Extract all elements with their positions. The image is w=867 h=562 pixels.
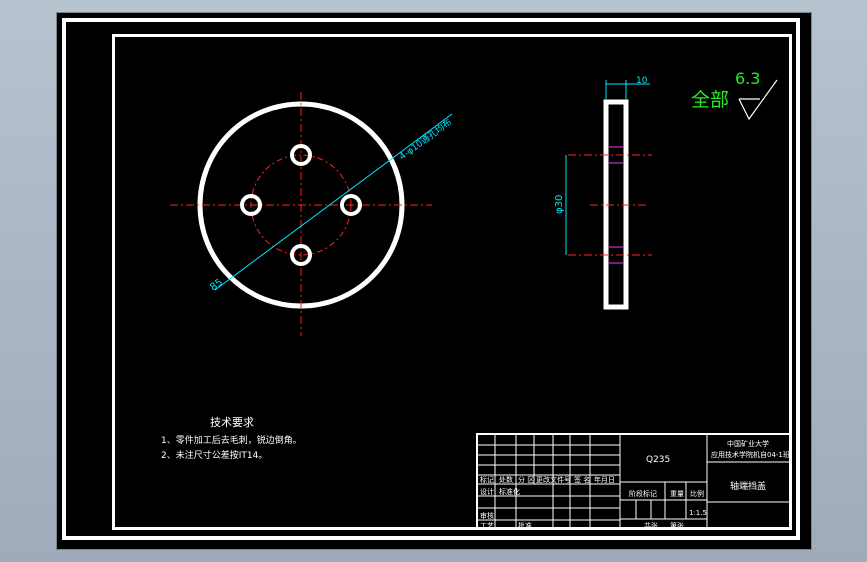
row-zone: 分 区 [518, 476, 535, 484]
sheet-number: 第张 [670, 522, 684, 530]
row-review: 审核 [480, 512, 494, 520]
weight: 重量 [670, 490, 684, 498]
row-approve: 批准 [518, 522, 532, 530]
sheet-total: 共张 [644, 522, 658, 530]
row-count: 处数 [499, 476, 513, 484]
row-change-doc: 更改文件号 [536, 476, 571, 484]
row-sign: 签 名 [574, 476, 591, 484]
row-standardize: 标准化 [499, 488, 520, 496]
row-process: 工艺 [480, 522, 494, 530]
row-date: 年月日 [594, 476, 615, 484]
part-name: 轴端挡盖 [730, 482, 767, 492]
scale-value: 1:1.5 [689, 509, 707, 517]
row-designer: 设计 [480, 488, 494, 496]
stage-mark: 阶段标记 [629, 490, 657, 498]
class-name: 应用技术学院机自04-1班 [711, 451, 790, 459]
material-label: Q235 [646, 455, 671, 465]
row-mark: 标记 [480, 476, 494, 484]
title-block-grid [478, 435, 790, 530]
school-name: 中国矿业大学 [727, 440, 769, 448]
scale: 比例 [690, 490, 704, 498]
